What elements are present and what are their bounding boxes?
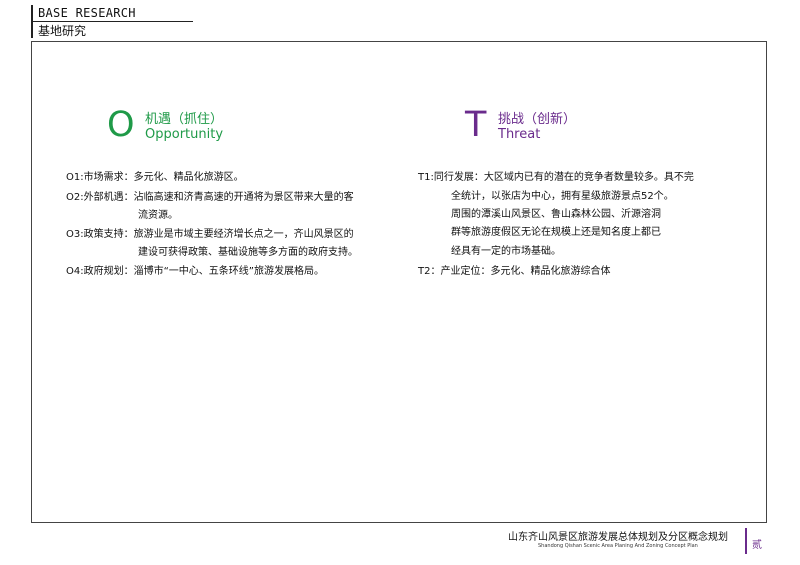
page: BASE RESEARCH 基地研究 O 机遇（抓住） Opportunity … bbox=[0, 0, 800, 565]
threat-line: 全统计，以张店为中心，拥有星级旅游景点52个。 bbox=[451, 191, 674, 202]
opportunity-line: O1:市场需求：多元化、精品化旅游区。 bbox=[66, 172, 244, 183]
opportunity-line: O4:政府规划：淄博市“一中心、五条环线”旅游发展格局。 bbox=[66, 266, 324, 277]
threat-line: 周围的潭溪山风景区、鲁山森林公园、沂源溶洞 bbox=[451, 209, 661, 220]
opportunity-line: O3:政策支持：旅游业是市域主要经济增长点之一，齐山风景区的 bbox=[66, 229, 354, 240]
footer-accent-rule bbox=[745, 528, 747, 554]
footer-title-en: Shandong Qishan Scenic Area Planing And … bbox=[538, 543, 698, 549]
threat-line: T1:同行发展：大区域内已有的潜在的竞争者数量较多。具不完 bbox=[418, 172, 694, 183]
opportunity-letter: O bbox=[107, 105, 135, 145]
threat-title-en: Threat bbox=[498, 127, 541, 142]
threat-title-cn: 挑战（创新） bbox=[498, 112, 577, 127]
footer-title-cn: 山东齐山风景区旅游发展总体规划及分区概念规划 bbox=[508, 532, 728, 543]
opportunity-line: 建设可获得政策、基础设施等多方面的政府支持。 bbox=[138, 247, 358, 258]
opportunity-title-cn: 机遇（抓住） bbox=[145, 112, 224, 127]
threat-line: 群等旅游度假区无论在规模上还是知名度上都已 bbox=[451, 227, 661, 238]
content-frame bbox=[31, 41, 767, 523]
threat-line: 经具有一定的市场基础。 bbox=[451, 246, 561, 257]
opportunity-line: 流资源。 bbox=[138, 210, 178, 221]
threat-letter: T bbox=[465, 105, 487, 145]
header-title-en: BASE RESEARCH bbox=[38, 6, 136, 20]
header-title-cn: 基地研究 bbox=[38, 24, 87, 38]
opportunity-title-en: Opportunity bbox=[145, 127, 224, 142]
threat-line: T2：产业定位：多元化、精品化旅游综合体 bbox=[418, 266, 611, 277]
page-number: 贰 bbox=[752, 540, 762, 551]
opportunity-line: O2:外部机遇：沾临高速和济青高速的开通将为景区带来大量的客 bbox=[66, 192, 354, 203]
